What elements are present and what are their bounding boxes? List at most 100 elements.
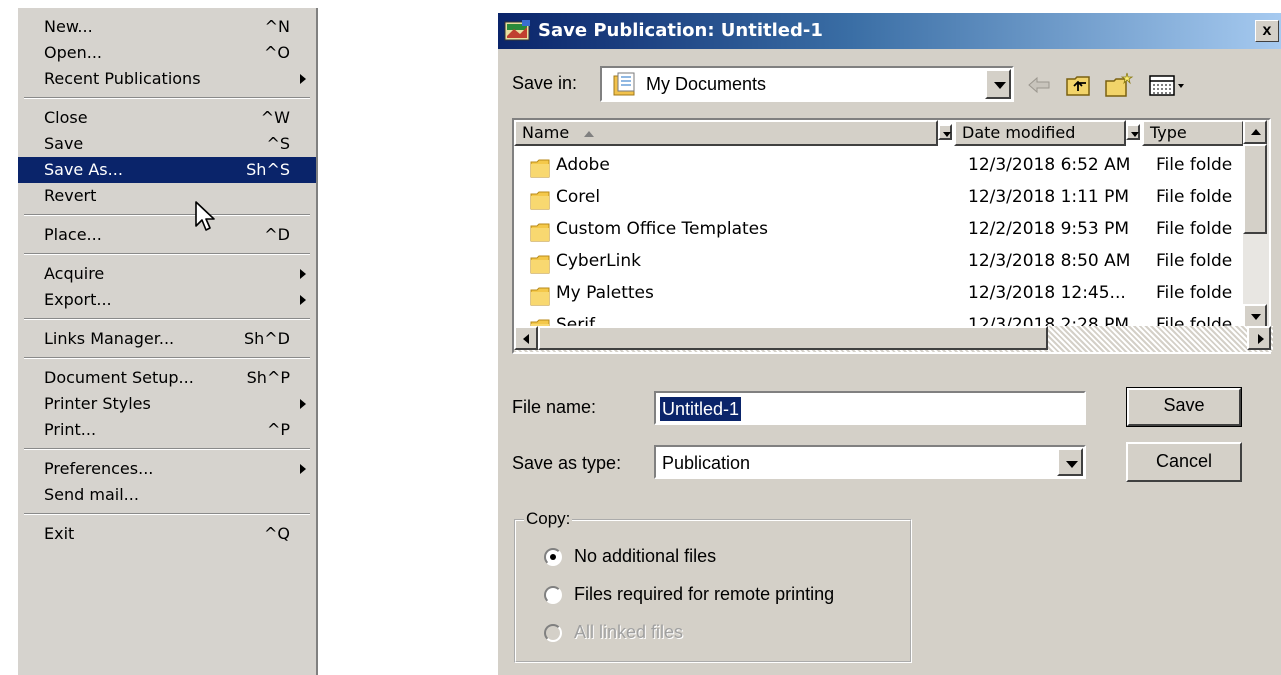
- menu-item-label: Close: [44, 108, 88, 127]
- app-icon: [504, 20, 530, 41]
- menu-item[interactable]: Acquire: [18, 261, 316, 287]
- scroll-right-button[interactable]: [1247, 326, 1271, 350]
- folder-icon: [530, 158, 550, 183]
- menu-item[interactable]: Printer Styles: [18, 391, 316, 417]
- file-date-cell: 12/3/2018 8:50 AM: [968, 251, 1131, 271]
- menu-item[interactable]: Links Manager... Sh^D: [18, 326, 316, 352]
- folder-icon: [530, 254, 550, 279]
- documents-folder-icon: [613, 72, 635, 96]
- menu-item-label: Links Manager...: [44, 329, 175, 348]
- date-column-header[interactable]: Date modified: [954, 120, 1126, 146]
- copy-group: Copy: No additional files Files required …: [514, 509, 912, 663]
- file-list[interactable]: Name Date modified Type Adobe 12/3/2018 6…: [512, 118, 1273, 354]
- radio-button: [544, 624, 562, 642]
- scroll-down-button[interactable]: [1243, 304, 1267, 328]
- file-row[interactable]: Custom Office Templates 12/2/2018 9:53 PM…: [514, 214, 1244, 246]
- menu-item[interactable]: Revert: [18, 183, 316, 209]
- horizontal-scroll-thumb[interactable]: [538, 326, 1048, 350]
- vertical-scroll-thumb[interactable]: [1243, 144, 1267, 234]
- menu-item-shortcut: ^S: [266, 134, 290, 153]
- menu-group: Document Setup... Sh^P Printer Styles Print…: [18, 359, 316, 448]
- menu-item-label: Export...: [44, 290, 112, 309]
- menu-group: Acquire Export...: [18, 255, 316, 318]
- menu-item-label: Revert: [44, 186, 97, 205]
- file-name-cell: Custom Office Templates: [556, 219, 768, 239]
- menu-item-label: Send mail...: [44, 485, 139, 504]
- menu-item-label: Acquire: [44, 264, 105, 283]
- save-as-type-dropdown[interactable]: Publication: [654, 445, 1086, 479]
- copy-option-label: All linked files: [574, 622, 684, 642]
- file-menu: New... ^N Open... ^O Recent Publications Clos…: [16, 8, 318, 675]
- menu-group: Exit ^Q: [18, 515, 316, 552]
- save-in-value: My Documents: [646, 74, 767, 94]
- new-folder-icon[interactable]: [1104, 71, 1134, 99]
- menu-item-label: Document Setup...: [44, 368, 194, 387]
- save-as-type-dropdown-button[interactable]: [1057, 448, 1083, 476]
- radio-button[interactable]: [544, 548, 562, 566]
- file-type-cell: File folde: [1156, 219, 1233, 239]
- menu-item-label: Exit: [44, 524, 75, 543]
- menu-item[interactable]: Open... ^O: [18, 40, 316, 66]
- view-menu-icon[interactable]: [1148, 71, 1188, 99]
- vertical-scrollbar[interactable]: [1243, 120, 1269, 330]
- save-in-dropdown-button[interactable]: [985, 69, 1011, 99]
- date-column-dropdown-icon[interactable]: [1126, 124, 1140, 140]
- menu-item[interactable]: Save As... Sh^S: [18, 157, 316, 183]
- menu-item[interactable]: Document Setup... Sh^P: [18, 365, 316, 391]
- submenu-arrow-icon: [300, 269, 306, 279]
- back-arrow-icon[interactable]: [1024, 71, 1054, 99]
- dialog-title: Save Publication: Untitled-1: [538, 20, 823, 41]
- menu-item[interactable]: Export...: [18, 287, 316, 313]
- menu-item[interactable]: New... ^N: [18, 14, 316, 40]
- radio-button[interactable]: [544, 586, 562, 604]
- type-column-header[interactable]: Type: [1142, 120, 1244, 146]
- menu-item-shortcut: ^D: [264, 225, 290, 244]
- menu-item-shortcut: Sh^P: [246, 368, 290, 387]
- file-name-cell: My Palettes: [556, 283, 654, 303]
- submenu-arrow-icon: [300, 295, 306, 305]
- menu-item-shortcut: ^P: [266, 420, 290, 439]
- menu-item[interactable]: Exit ^Q: [18, 521, 316, 547]
- file-row[interactable]: Adobe 12/3/2018 6:52 AM File folde: [514, 150, 1244, 182]
- menu-item-shortcut: Sh^S: [246, 160, 290, 179]
- cancel-button[interactable]: Cancel: [1126, 442, 1242, 482]
- close-button[interactable]: x: [1255, 20, 1279, 42]
- menu-item-label: Printer Styles: [44, 394, 151, 413]
- scroll-up-button[interactable]: [1243, 120, 1267, 144]
- save-in-dropdown[interactable]: My Documents: [600, 66, 1014, 102]
- menu-item-label: New...: [44, 17, 93, 36]
- file-name-cell: Adobe: [556, 155, 610, 175]
- submenu-arrow-icon: [300, 464, 306, 474]
- title-bar[interactable]: Save Publication: Untitled-1 x: [498, 13, 1281, 49]
- copy-legend: Copy:: [524, 509, 573, 529]
- name-column-header[interactable]: Name: [514, 120, 938, 146]
- menu-item[interactable]: Send mail...: [18, 482, 316, 508]
- file-name-value: Untitled-1: [660, 397, 742, 421]
- menu-item[interactable]: Close ^W: [18, 105, 316, 131]
- menu-item[interactable]: Save ^S: [18, 131, 316, 157]
- menu-item[interactable]: Recent Publications: [18, 66, 316, 92]
- save-as-type-label: Save as type:: [512, 453, 622, 473]
- menu-item-shortcut: ^Q: [264, 524, 290, 543]
- file-name-cell: Corel: [556, 187, 601, 207]
- name-column-label: Name: [522, 123, 570, 142]
- menu-group: Links Manager... Sh^D: [18, 320, 316, 357]
- sort-ascending-icon: [584, 130, 595, 137]
- up-folder-icon[interactable]: [1064, 71, 1094, 99]
- menu-item-label: Preferences...: [44, 459, 154, 478]
- file-row[interactable]: CyberLink 12/3/2018 8:50 AM File folde: [514, 246, 1244, 278]
- file-row[interactable]: My Palettes 12/3/2018 12:45... File folde: [514, 278, 1244, 310]
- file-type-cell: File folde: [1156, 283, 1233, 303]
- menu-item[interactable]: Place... ^D: [18, 222, 316, 248]
- file-type-cell: File folde: [1156, 251, 1233, 271]
- file-name-input[interactable]: Untitled-1: [654, 391, 1086, 425]
- menu-item[interactable]: Preferences...: [18, 456, 316, 482]
- scroll-left-button[interactable]: [514, 326, 538, 350]
- save-button[interactable]: Save: [1126, 387, 1242, 427]
- submenu-arrow-icon: [300, 74, 306, 84]
- horizontal-scrollbar[interactable]: [514, 326, 1273, 352]
- menu-item[interactable]: Print... ^P: [18, 417, 316, 443]
- menu-item-shortcut: ^O: [264, 43, 290, 62]
- file-row[interactable]: Corel 12/3/2018 1:11 PM File folde: [514, 182, 1244, 214]
- name-column-dropdown-icon[interactable]: [938, 124, 952, 140]
